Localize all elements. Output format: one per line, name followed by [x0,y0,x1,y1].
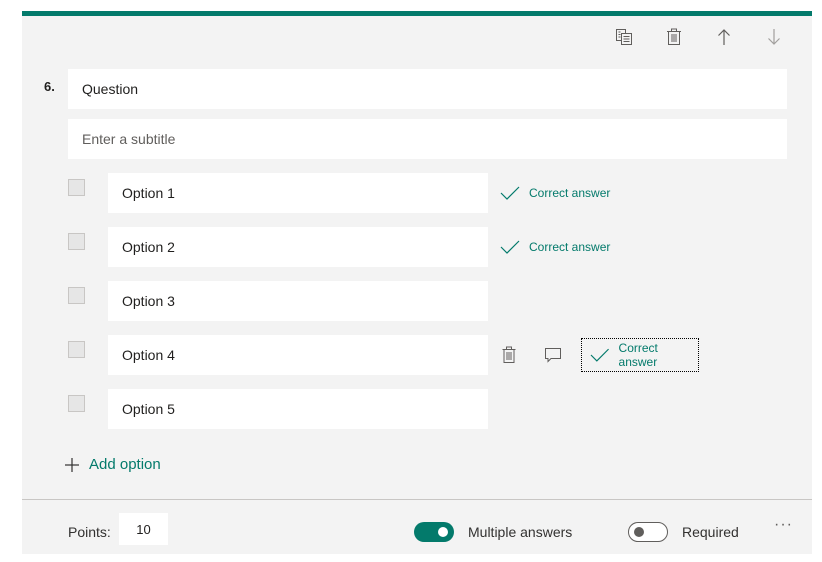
required-toggle[interactable] [628,522,668,542]
delete-question-button[interactable] [662,25,686,49]
comment-icon [545,348,561,363]
option-input[interactable]: Option 1 [108,173,488,213]
arrow-down-icon [768,29,780,45]
option-row: Option 1 Correct answer [22,173,812,213]
option-row: Option 2 Correct answer [22,227,812,267]
option-input[interactable]: Option 3 [108,281,488,321]
option-feedback-button[interactable] [543,345,563,365]
checkmark-icon [500,240,520,254]
option-row: Option 3 [22,281,812,321]
multiple-answers-label: Multiple answers [468,524,573,540]
question-card: 6. Question Enter a subtitle Option 1 Co… [22,11,812,554]
arrow-up-icon [718,29,730,45]
correct-answer-label: Correct answer [529,240,611,254]
option-checkbox[interactable] [68,341,85,358]
option-input[interactable]: Option 4 [108,335,488,375]
option-input[interactable]: Option 5 [108,389,488,429]
required-label: Required [682,524,739,540]
trash-icon [667,28,681,45]
toggle-knob [634,527,644,537]
checkmark-icon [500,186,520,200]
correct-answer-toggle[interactable]: Correct answer [581,338,699,372]
option-input[interactable]: Option 2 [108,227,488,267]
checkmark-icon [590,348,609,362]
accent-bar [22,11,812,16]
question-subtitle-input[interactable]: Enter a subtitle [68,119,787,159]
add-option-button[interactable]: Add option [64,456,161,473]
footer-divider [22,499,812,500]
move-down-button[interactable] [762,25,786,49]
move-up-button[interactable] [712,25,736,49]
multiple-answers-toggle[interactable] [414,522,454,542]
delete-option-button[interactable] [499,345,519,365]
question-number: 6. [44,79,55,94]
option-row: Option 4 Correct answer [22,335,812,375]
correct-answer-label: Correct answer [618,341,658,369]
points-label: Points: [68,524,111,540]
option-checkbox[interactable] [68,395,85,412]
correct-answer-toggle[interactable]: Correct answer [500,237,610,257]
add-option-label: Add option [89,456,161,473]
option-checkbox[interactable] [68,179,85,196]
toggle-knob [438,527,448,537]
trash-icon [502,346,516,363]
points-input[interactable]: 10 [119,513,168,545]
option-row: Option 5 [22,389,812,429]
question-title-input[interactable]: Question [68,69,787,109]
option-checkbox[interactable] [68,287,85,304]
copy-question-button[interactable] [612,25,636,49]
option-checkbox[interactable] [68,233,85,250]
correct-answer-toggle[interactable]: Correct answer [500,183,610,203]
plus-icon [65,457,79,472]
copy-icon [616,29,632,45]
correct-answer-label: Correct answer [529,186,611,200]
more-options-button[interactable]: ··· [774,517,793,533]
